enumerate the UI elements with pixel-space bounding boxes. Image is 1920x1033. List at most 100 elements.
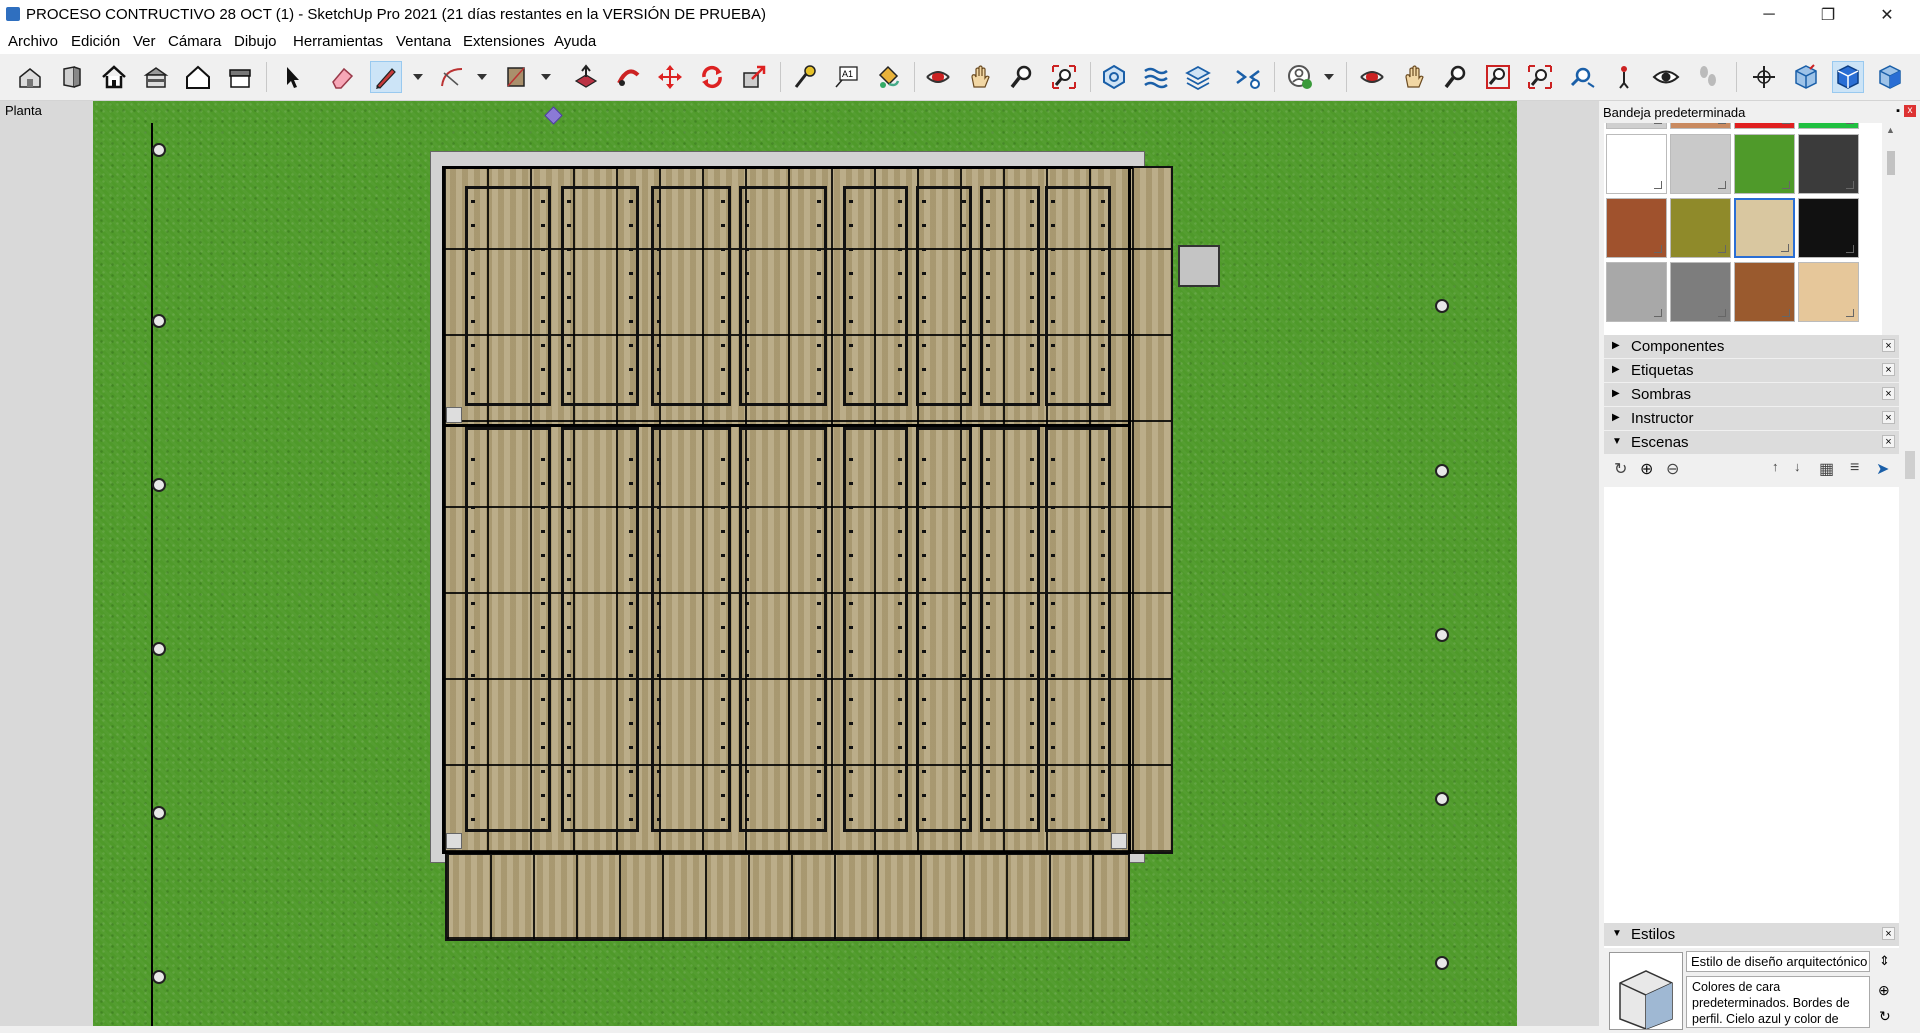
right-view-icon[interactable] xyxy=(1874,61,1906,93)
close-button[interactable]: ✕ xyxy=(1864,0,1910,30)
menu-ver[interactable]: Ver xyxy=(133,33,156,50)
zoom-2-icon[interactable] xyxy=(1440,61,1472,93)
grid-axis-node[interactable] xyxy=(1435,464,1449,478)
next-scene-icon[interactable]: ➤ xyxy=(1876,459,1889,479)
menu-archivo[interactable]: Archivo xyxy=(8,33,58,50)
menu-herramientas[interactable]: Herramientas xyxy=(293,33,383,50)
pan-icon[interactable] xyxy=(964,61,996,93)
arc-icon[interactable] xyxy=(436,61,468,93)
tray-close-icon[interactable]: x xyxy=(1904,105,1916,117)
style-name-field[interactable]: Estilo de diseño arquitectónico xyxy=(1686,951,1870,972)
panel-componentes[interactable]: ▶ Componentes × xyxy=(1604,335,1899,359)
refresh-style-icon[interactable]: ↻ xyxy=(1879,1008,1891,1025)
panel-close-icon[interactable]: × xyxy=(1882,411,1895,424)
grid-axis-line-left[interactable] xyxy=(151,123,153,1026)
scale-icon[interactable] xyxy=(738,61,770,93)
layers-icon[interactable] xyxy=(1182,61,1214,93)
formwork-module[interactable] xyxy=(561,427,639,832)
grid-axis-node[interactable] xyxy=(1435,792,1449,806)
maximize-button[interactable]: ❐ xyxy=(1805,0,1851,30)
show-details-icon[interactable]: ≡ xyxy=(1850,459,1859,477)
tray-scrollbar[interactable] xyxy=(1901,441,1917,1031)
material-swatch[interactable] xyxy=(1798,134,1859,194)
panel-close-icon[interactable]: × xyxy=(1882,435,1895,448)
formwork-module[interactable] xyxy=(843,186,908,406)
scene-tab-label[interactable]: Planta xyxy=(5,103,42,118)
follow-me-icon[interactable] xyxy=(612,61,644,93)
pin-icon[interactable]: ▪ xyxy=(1896,105,1900,117)
material-swatch[interactable] xyxy=(1798,123,1859,129)
paint-bucket-icon[interactable] xyxy=(872,61,904,93)
select-arrow-icon[interactable] xyxy=(276,61,308,93)
formwork-module[interactable] xyxy=(651,186,731,406)
material-swatch[interactable] xyxy=(1606,123,1667,129)
formwork-module[interactable] xyxy=(739,427,827,832)
menu-edicion[interactable]: Edición xyxy=(71,33,120,50)
panel-escenas[interactable]: ▼ Escenas × xyxy=(1604,431,1899,455)
column-marker[interactable] xyxy=(446,407,462,423)
formwork-deck-lower[interactable] xyxy=(445,853,1130,941)
formwork-module[interactable] xyxy=(843,427,908,832)
material-swatch[interactable] xyxy=(1670,262,1731,322)
pencil-line-icon[interactable] xyxy=(370,61,402,93)
refresh-scene-icon[interactable]: ↻ xyxy=(1614,459,1627,479)
user-account-icon[interactable] xyxy=(1284,61,1316,93)
model-viewport[interactable]: Planta xyxy=(0,101,1599,1026)
formwork-module[interactable] xyxy=(1045,427,1111,832)
position-camera-icon[interactable] xyxy=(1608,61,1640,93)
material-swatch[interactable] xyxy=(1734,134,1795,194)
orbit-icon[interactable] xyxy=(922,61,954,93)
minimize-button[interactable]: ─ xyxy=(1746,0,1792,30)
column-marker[interactable] xyxy=(1111,833,1127,849)
pan-2-icon[interactable] xyxy=(1398,61,1430,93)
eraser-icon[interactable] xyxy=(326,61,358,93)
material-swatch[interactable] xyxy=(1734,262,1795,322)
material-swatch[interactable] xyxy=(1670,134,1731,194)
zoom-icon[interactable] xyxy=(1006,61,1038,93)
back-view-icon[interactable] xyxy=(140,61,172,93)
tape-measure-icon[interactable] xyxy=(788,61,820,93)
text-icon[interactable]: A1 xyxy=(830,61,862,93)
menu-camara[interactable]: Cámara xyxy=(168,33,221,50)
remove-scene-icon[interactable]: ⊖ xyxy=(1666,459,1679,479)
panel-close-icon[interactable]: × xyxy=(1882,927,1895,940)
zoom-window-icon[interactable] xyxy=(1482,61,1514,93)
grid-axis-node[interactable] xyxy=(1435,956,1449,970)
scroll-up-icon[interactable]: ▲ xyxy=(1886,125,1895,135)
panel-close-icon[interactable]: × xyxy=(1882,339,1895,352)
panel-close-icon[interactable]: × xyxy=(1882,387,1895,400)
side-house-icon[interactable] xyxy=(224,61,256,93)
panel-close-icon[interactable]: × xyxy=(1882,363,1895,376)
formwork-module[interactable] xyxy=(916,186,972,406)
grid-axis-node[interactable] xyxy=(1435,299,1449,313)
grid-axis-node[interactable] xyxy=(152,806,166,820)
column-marker[interactable] xyxy=(446,833,462,849)
section-plane-icon[interactable] xyxy=(1140,61,1172,93)
panel-estilos[interactable]: ▼ Estilos × xyxy=(1604,923,1899,946)
move-scene-up-icon[interactable]: ↑ xyxy=(1772,459,1779,474)
update-style-icon[interactable]: ⇕ xyxy=(1879,953,1890,969)
rotate-icon[interactable] xyxy=(696,61,728,93)
grid-axis-node[interactable] xyxy=(152,642,166,656)
top-view-icon[interactable] xyxy=(1832,61,1864,93)
material-swatch[interactable] xyxy=(1670,123,1731,129)
material-swatch[interactable] xyxy=(1606,198,1667,258)
rectangle-icon[interactable] xyxy=(500,61,532,93)
formwork-module[interactable] xyxy=(651,427,731,832)
panel-etiquetas[interactable]: ▶ Etiquetas × xyxy=(1604,359,1899,383)
rectangle-dropdown-icon[interactable] xyxy=(541,74,551,80)
zoom-extents-2-icon[interactable] xyxy=(1524,61,1556,93)
formwork-module[interactable] xyxy=(980,186,1040,406)
style-thumbnail[interactable] xyxy=(1609,952,1683,1030)
front-view-icon[interactable] xyxy=(56,61,88,93)
home-icon[interactable] xyxy=(98,61,130,93)
orbit-2-icon[interactable] xyxy=(1356,61,1388,93)
axes-icon[interactable] xyxy=(1748,61,1780,93)
material-swatch[interactable] xyxy=(1606,262,1667,322)
walk-icon[interactable] xyxy=(1692,61,1724,93)
material-swatch[interactable] xyxy=(1734,123,1795,129)
formwork-module[interactable] xyxy=(465,186,551,406)
panel-instructor[interactable]: ▶ Instructor × xyxy=(1604,407,1899,431)
style-description-field[interactable]: Colores de cara predeterminados. Bordes … xyxy=(1686,976,1870,1028)
concrete-block[interactable] xyxy=(1178,245,1220,287)
